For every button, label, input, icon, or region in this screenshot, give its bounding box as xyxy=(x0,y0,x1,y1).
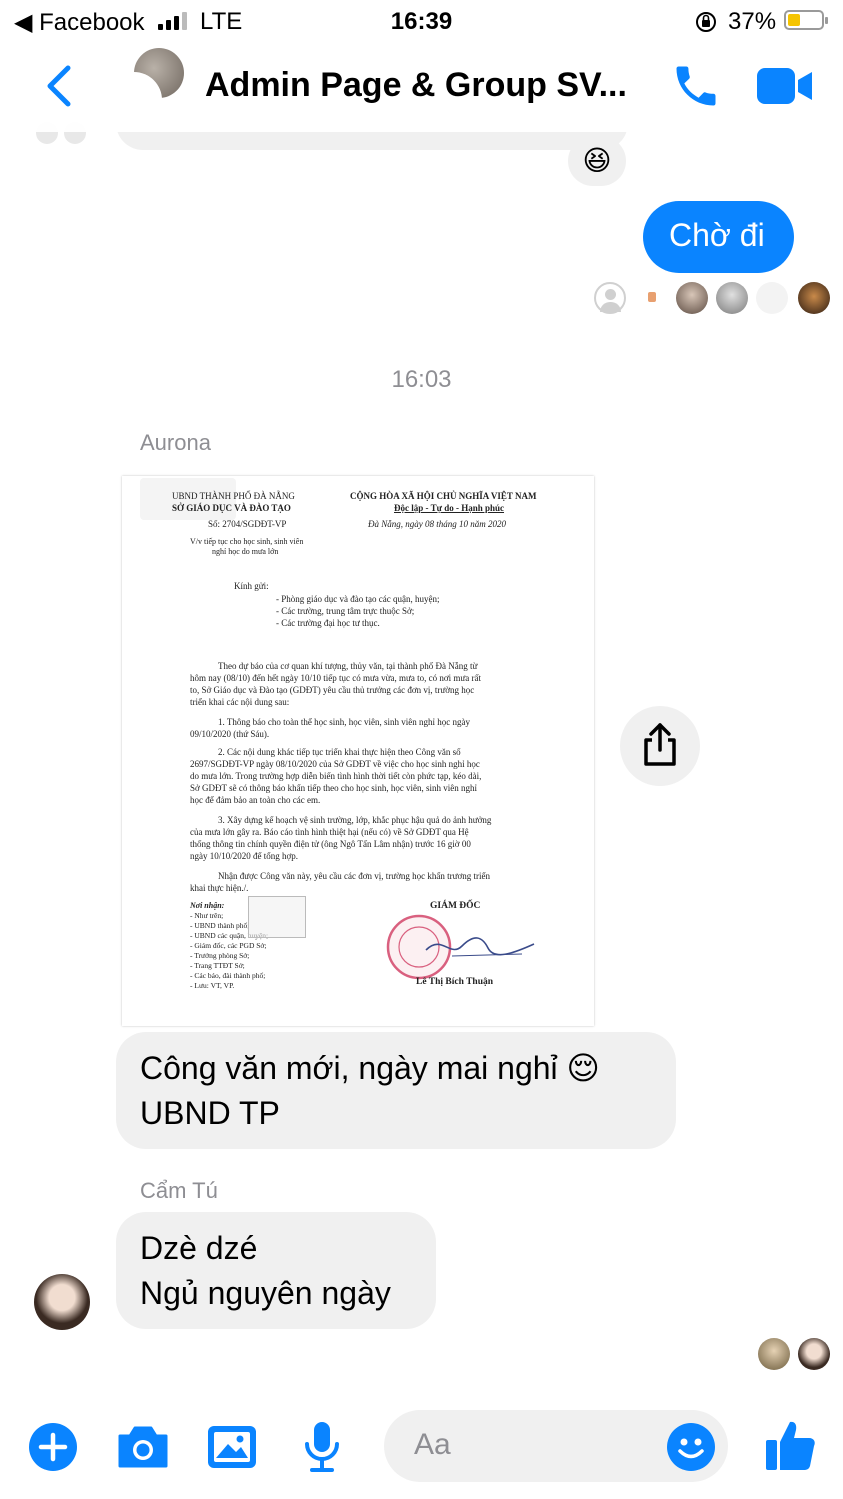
chat-title[interactable]: Admin Page & Group SV... xyxy=(205,66,627,105)
doc-left-header-1: UBND THÀNH PHỐ ĐÀ NẴNG xyxy=(172,491,295,501)
doc-giam-doc: GIÁM ĐỐC xyxy=(430,901,481,911)
seen-avatar[interactable] xyxy=(798,1338,830,1370)
chat-header: Admin Page & Group SV... xyxy=(0,44,843,132)
seen-avatar-small[interactable] xyxy=(648,292,656,302)
doc-paragraph-line: to, Sở Giáo dục và Đào tạo (GDĐT) yêu cầ… xyxy=(190,685,475,695)
doc-paragraph-line: Theo dự báo của cơ quan khí tượng, thủy … xyxy=(218,661,478,671)
message-reaction[interactable]: 😆 xyxy=(568,136,626,186)
doc-left-header-2: SỞ GIÁO DỤC VÀ ĐÀO TẠO xyxy=(172,503,291,513)
seen-avatar[interactable] xyxy=(758,1338,790,1370)
doc-paragraph-line: khai thực hiện./. xyxy=(190,883,249,893)
incoming-message[interactable]: Dzè dzé Ngủ nguyên ngày xyxy=(116,1212,436,1329)
document-image-attachment[interactable]: UBND THÀNH PHỐ ĐÀ NẴNG SỞ GIÁO DỤC VÀ ĐÀ… xyxy=(122,476,594,1026)
battery-icon xyxy=(784,10,828,30)
gallery-icon[interactable] xyxy=(206,1424,258,1470)
doc-paragraph-line: triển khai các nội dung sau: xyxy=(190,697,290,707)
doc-number: Số: 2704/SGDĐT-VP xyxy=(208,519,287,529)
doc-paragraph-line: hôm nay (08/10) đến hết ngày 10/10 tiếp … xyxy=(190,673,481,683)
status-bar: ◀ Facebook LTE 16:39 37% xyxy=(0,0,843,44)
sender-name: Aurona xyxy=(140,430,211,455)
plus-icon[interactable] xyxy=(28,1422,78,1472)
doc-paragraph-line: ngày 10/10/2020 để tổng hợp. xyxy=(190,851,298,861)
video-call-icon[interactable] xyxy=(756,66,814,106)
orientation-lock-icon xyxy=(696,12,716,32)
doc-recipient: - Phòng giáo dục và đào tạo các quận, hu… xyxy=(276,594,440,604)
seen-avatar[interactable] xyxy=(798,282,830,314)
message-text-line: UBND TP xyxy=(140,1095,280,1131)
doc-subject-2: nghỉ học do mưa lớn xyxy=(212,547,279,556)
doc-paragraph-line: 3. Xây dựng kế hoạch vệ sinh trường, lớp… xyxy=(218,815,492,825)
back-chevron-icon[interactable] xyxy=(42,64,74,108)
sender-avatar[interactable] xyxy=(34,1274,90,1330)
doc-recipient-list-item: - UBND thành phố; xyxy=(190,921,250,930)
microphone-icon[interactable] xyxy=(302,1420,342,1474)
doc-paragraph-line: 09/10/2020 (thứ Sáu). xyxy=(190,729,270,739)
doc-recipient-list-item: - Trang TTĐT Sở; xyxy=(190,961,245,970)
digital-signature-stamp xyxy=(248,896,306,938)
doc-paragraph-line: học để đảm bảo an toàn cho các em. xyxy=(190,795,321,805)
doc-recipient-list-item: - Lưu: VT, VP. xyxy=(190,981,235,990)
doc-paragraph-line: 2. Các nội dung khác tiếp tục triển khai… xyxy=(218,747,461,757)
seen-avatar[interactable] xyxy=(756,282,788,314)
share-button[interactable] xyxy=(620,706,700,786)
doc-recipient: - Các trường đại học tư thục. xyxy=(276,618,380,628)
share-icon xyxy=(644,723,676,766)
doc-paragraph-line: của mưa lớn gây ra. Báo cáo tình hình th… xyxy=(190,827,469,837)
doc-recipient-list-item: - Các báo, đài thành phố; xyxy=(190,971,266,980)
doc-paragraph-line: Sở GDĐT sẽ có thông báo khẩn tiếp theo c… xyxy=(190,783,478,793)
message-text-line: Ngủ nguyên ngày xyxy=(140,1275,391,1311)
doc-right-header-1: CỘNG HÒA XÃ HỘI CHỦ NGHĨA VIỆT NAM xyxy=(350,491,537,501)
doc-recipient-list-item: - Giám đốc, các PGD Sở; xyxy=(190,941,267,950)
seen-avatar[interactable] xyxy=(676,282,708,314)
message-input-placeholder: Aa xyxy=(414,1428,451,1461)
doc-paragraph-line: Nhận được Công văn này, yêu cầu các đơn … xyxy=(218,871,491,881)
message-text-line: Công văn mới, ngày mai nghỉ 😌 xyxy=(140,1050,600,1086)
incoming-message[interactable]: Công văn mới, ngày mai nghỉ 😌 UBND TP xyxy=(116,1032,676,1149)
doc-right-header-2: Độc lập - Tự do - Hạnh phúc xyxy=(394,503,505,513)
seen-avatar[interactable] xyxy=(716,282,748,314)
outgoing-message-text: Chờ đi xyxy=(669,217,765,253)
seen-avatar[interactable] xyxy=(594,282,626,314)
time-divider: 16:03 xyxy=(391,366,452,393)
emoji-icon[interactable] xyxy=(666,1422,716,1472)
handwritten-signature-icon xyxy=(425,937,535,957)
message-input[interactable]: Aa xyxy=(384,1410,728,1482)
doc-paragraph-line: 1. Thông báo cho toàn thể học sinh, học … xyxy=(218,717,471,727)
battery-percent: 37% xyxy=(728,8,777,35)
group-avatar[interactable] xyxy=(108,48,188,128)
like-thumbs-up-icon[interactable] xyxy=(764,1418,816,1472)
doc-paragraph-line: do mưa lớn. Trong trường hợp diễn biến t… xyxy=(190,771,482,781)
outgoing-message[interactable]: Chờ đi xyxy=(643,201,794,273)
doc-recipient-list-item: - Như trên; xyxy=(190,911,224,920)
doc-recipient: - Các trường, trung tâm trực thuộc Sở; xyxy=(276,606,415,616)
doc-kinh-gui: Kính gửi: xyxy=(234,581,269,591)
doc-recipient-list-item: - Trưởng phòng Sở; xyxy=(190,951,250,960)
camera-icon[interactable] xyxy=(116,1424,170,1470)
doc-signer: Lê Thị Bích Thuận xyxy=(416,977,494,987)
message-text-line: Dzè dzé xyxy=(140,1230,258,1266)
doc-paragraph-line: 2697/SGDĐT-VP ngày 08/10/2020 của Sở GDĐ… xyxy=(190,759,480,769)
phone-call-icon[interactable] xyxy=(670,60,722,112)
doc-paragraph-line: thống thông tin chính quyền điện tử (ông… xyxy=(190,839,471,849)
sender-name: Cẩm Tú xyxy=(140,1178,218,1203)
doc-date: Đà Nẵng, ngày 08 tháng 10 năm 2020 xyxy=(368,519,506,529)
